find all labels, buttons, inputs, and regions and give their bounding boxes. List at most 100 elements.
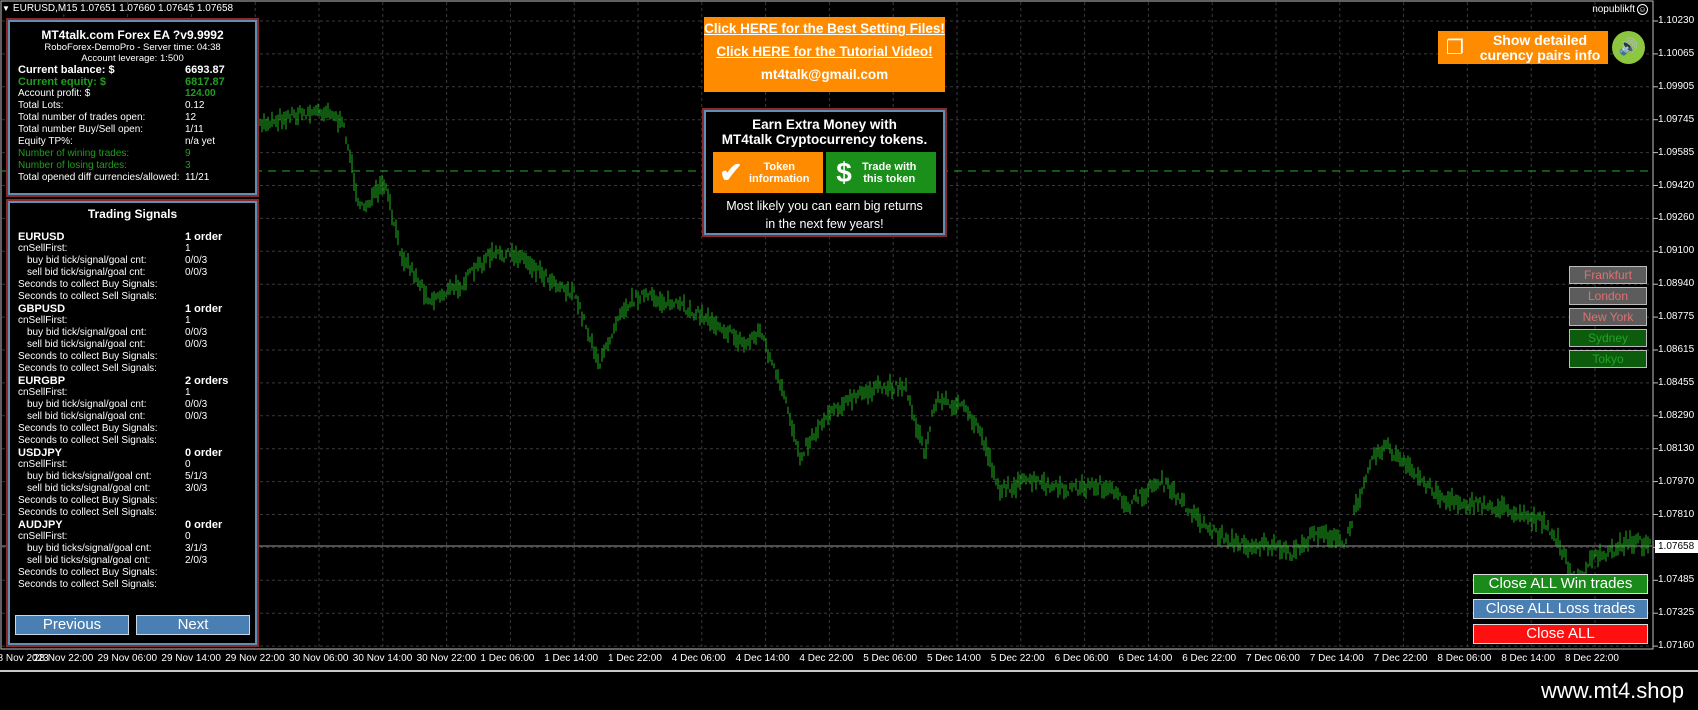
time-tick-label: 1 Dec 14:00 (544, 653, 599, 664)
first-value: 1 (185, 387, 191, 398)
price-tick-label: 1.08940 (1658, 278, 1695, 290)
signal-line: buy bid tick/signal/goal cnt: 0/0/3 (18, 327, 247, 339)
price-tick-label: 1.09420 (1658, 179, 1695, 191)
time-tick-label: 1 Dec 22:00 (608, 653, 662, 664)
token-info-label-2: information (749, 172, 810, 185)
session-frankfurt: Frankfurt (1569, 266, 1647, 284)
collect-sell-label: Seconds to collect Sell Signals: (18, 579, 157, 590)
stat-label: Current balance: $ (18, 64, 115, 76)
signal-line: cnSellFirst: 0 (18, 531, 247, 543)
time-tick-label: 6 Dec 06:00 (1054, 653, 1109, 664)
price-tick-label: 1.09260 (1658, 212, 1695, 224)
first-label: cnSellFirst: (18, 315, 68, 326)
stat-row: Account profit: $ 124.00 (18, 88, 247, 100)
signal-line: buy bid ticks/signal/goal cnt: 3/1/3 (18, 543, 247, 555)
footer: www.mt4.shop (0, 672, 1698, 710)
time-tick-label: 7 Dec 22:00 (1373, 653, 1428, 664)
first-label: cnSellFirst: (18, 531, 68, 542)
sell-value: 2/0/3 (185, 555, 208, 566)
contact-email[interactable]: mt4talk@gmail.com (704, 63, 945, 86)
buy-value: 0/0/3 (185, 399, 208, 410)
trade-token-label-1: Trade with (862, 160, 917, 173)
buy-label: buy bid tick/signal/goal cnt: (27, 399, 147, 410)
close-all-loss-button[interactable]: Close ALL Loss trades (1473, 599, 1648, 619)
signal-line: sell bid tick/signal/goal cnt: 0/0/3 (18, 339, 247, 351)
close-all-button[interactable]: Close ALL (1473, 624, 1648, 644)
buy-value: 0/0/3 (185, 255, 208, 266)
signal-line: buy bid tick/signal/goal cnt: 0/0/3 (18, 399, 247, 411)
time-tick-label: 4 Dec 14:00 (735, 653, 790, 664)
time-tick-label: 8 Dec 06:00 (1437, 653, 1492, 664)
site-url[interactable]: www.mt4.shop (1541, 678, 1684, 704)
signal-line: EURUSD 1 order (18, 231, 247, 243)
signal-line: Seconds to collect Buy Signals: (18, 423, 247, 435)
collect-sell-label: Seconds to collect Sell Signals: (18, 291, 157, 302)
token-info-button[interactable]: ✔ Token information (713, 152, 823, 193)
time-tick-label: 30 Nov 22:00 (416, 653, 477, 664)
first-label: cnSellFirst: (18, 459, 68, 470)
signal-line: USDJPY 0 order (18, 447, 247, 459)
stat-value: n/a yet (185, 136, 216, 147)
signal-line: Seconds to collect Buy Signals: (18, 351, 247, 363)
symbol-quote: EURUSD,M15 1.07651 1.07660 1.07645 1.076… (12, 3, 234, 14)
time-tick-label: 29 Nov 22:00 (225, 653, 285, 664)
close-all-win-button[interactable]: Close ALL Win trades (1473, 574, 1648, 594)
collect-buy-label: Seconds to collect Buy Signals: (18, 351, 158, 362)
time-tick-label: 7 Dec 14:00 (1309, 653, 1364, 664)
pair-orders: 1 order (185, 303, 223, 315)
stat-row: Number of losing tardes: 3 (18, 160, 247, 172)
signal-line: Seconds to collect Sell Signals: (18, 579, 247, 591)
speaker-icon[interactable]: 🔊 (1612, 31, 1645, 64)
price-tick-label: 1.10230 (1658, 15, 1695, 26)
signal-line: Seconds to collect Sell Signals: (18, 291, 247, 303)
time-tick-label: 30 Nov 14:00 (352, 653, 413, 664)
time-tick-label: 28 Nov 22:00 (33, 653, 94, 664)
stat-row: Total opened diff currencies/allowed: 11/… (18, 172, 247, 184)
pair-orders: 0 order (185, 447, 223, 459)
signal-line: AUDJPY 0 order (18, 519, 247, 531)
pair-name: GBPUSD (18, 303, 66, 315)
stat-label: Total number Buy/Sell open: (18, 124, 144, 135)
stat-label: Current equity: $ (18, 76, 107, 88)
time-tick-label: 5 Dec 22:00 (990, 653, 1045, 664)
candles (257, 102, 1651, 592)
tutorial-video-link[interactable]: Click HERE for the Tutorial Video! (704, 40, 945, 63)
stat-value: 124.00 (185, 88, 216, 99)
buy-value: 5/1/3 (185, 471, 208, 482)
time-tick-label: 29 Nov 06:00 (97, 653, 158, 664)
sell-value: 3/0/3 (185, 483, 208, 494)
buy-label: buy bid tick/signal/goal cnt: (27, 327, 147, 338)
first-value: 0 (185, 531, 191, 542)
show-detailed-line-2: curency pairs info (1479, 46, 1601, 63)
time-tick-label: 30 Nov 06:00 (289, 653, 349, 664)
price-tick-label: 1.07970 (1658, 475, 1695, 487)
price-tick-label: 1.08130 (1658, 442, 1695, 454)
time-tick-label: 4 Dec 06:00 (671, 653, 726, 664)
pair-name: AUDJPY (18, 519, 63, 531)
promo-links-box: Click HERE for the Best Setting Files! C… (704, 17, 945, 92)
buy-label: buy bid ticks/signal/goal cnt: (27, 543, 152, 554)
dollar-icon: $ (836, 156, 852, 188)
sell-value: 0/0/3 (185, 339, 208, 350)
stat-label: Account profit: $ (18, 88, 91, 99)
pair-name: EURUSD (18, 231, 65, 243)
pair-orders: 2 orders (185, 375, 229, 387)
crypto-promo-box: Earn Extra Money with MT4talk Cryptocurr… (704, 110, 945, 235)
previous-button[interactable]: Previous (15, 615, 129, 635)
time-tick-label: 1 Dec 06:00 (480, 653, 535, 664)
next-button[interactable]: Next (136, 615, 250, 635)
sell-label: sell bid ticks/signal/goal cnt: (27, 483, 151, 494)
sell-label: sell bid tick/signal/goal cnt: (27, 411, 146, 422)
show-detailed-button[interactable]: ❐ Show detailed curency pairs info (1438, 31, 1608, 64)
collect-buy-label: Seconds to collect Buy Signals: (18, 423, 158, 434)
sell-value: 0/0/3 (185, 267, 208, 278)
stat-row: Total number Buy/Sell open: 1/11 (18, 124, 247, 136)
trade-token-button[interactable]: $ Trade with this token (826, 152, 936, 193)
setting-files-link[interactable]: Click HERE for the Best Setting Files! (704, 17, 945, 40)
collect-buy-label: Seconds to collect Buy Signals: (18, 279, 158, 290)
crypto-title-2: MT4talk Cryptocurrency tokens. (721, 132, 928, 147)
dropdown-arrow-icon[interactable]: ▼ (2, 4, 10, 13)
smiley-icon: ☺ (1637, 4, 1648, 15)
signal-line: EURGBP 2 orders (18, 375, 247, 387)
session-london: London (1569, 287, 1647, 305)
